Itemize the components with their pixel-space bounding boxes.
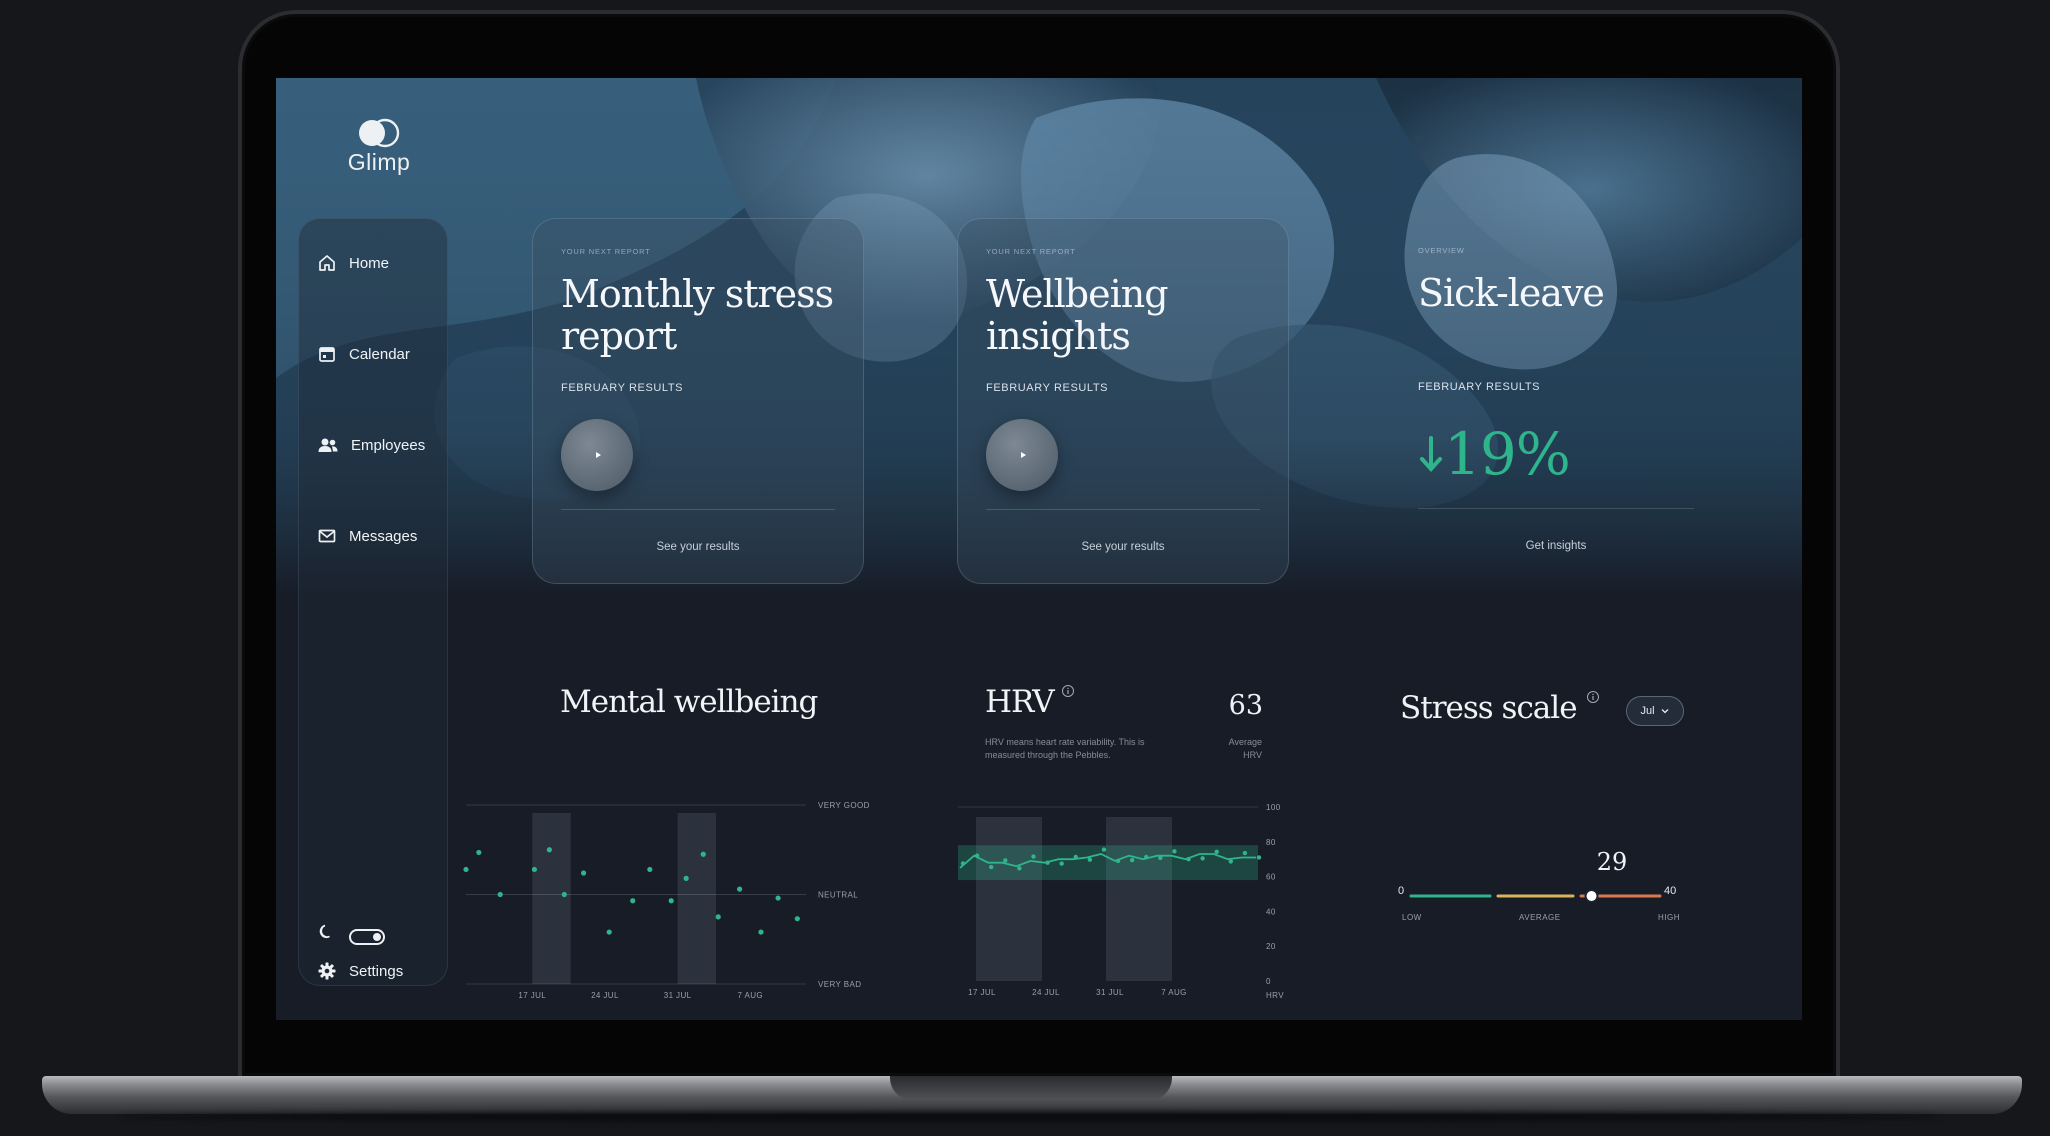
stress-label-high: HIGH [1658,913,1680,922]
stress-label-average: AVERAGE [1519,913,1561,922]
stress-scale-gauge [1409,889,1662,903]
laptop-shadow [120,1112,1940,1122]
stress-scale-min: 0 [1398,885,1405,897]
gauge-handle [1584,889,1599,903]
stress-label-low: LOW [1402,913,1422,922]
laptop-base-notch [890,1076,1172,1100]
stress-scale-max: 40 [1664,885,1677,897]
stress-scale-value: 29 [1596,848,1628,876]
app-screen: Glimp Home Calendar Employees Messages S… [276,78,1802,1020]
